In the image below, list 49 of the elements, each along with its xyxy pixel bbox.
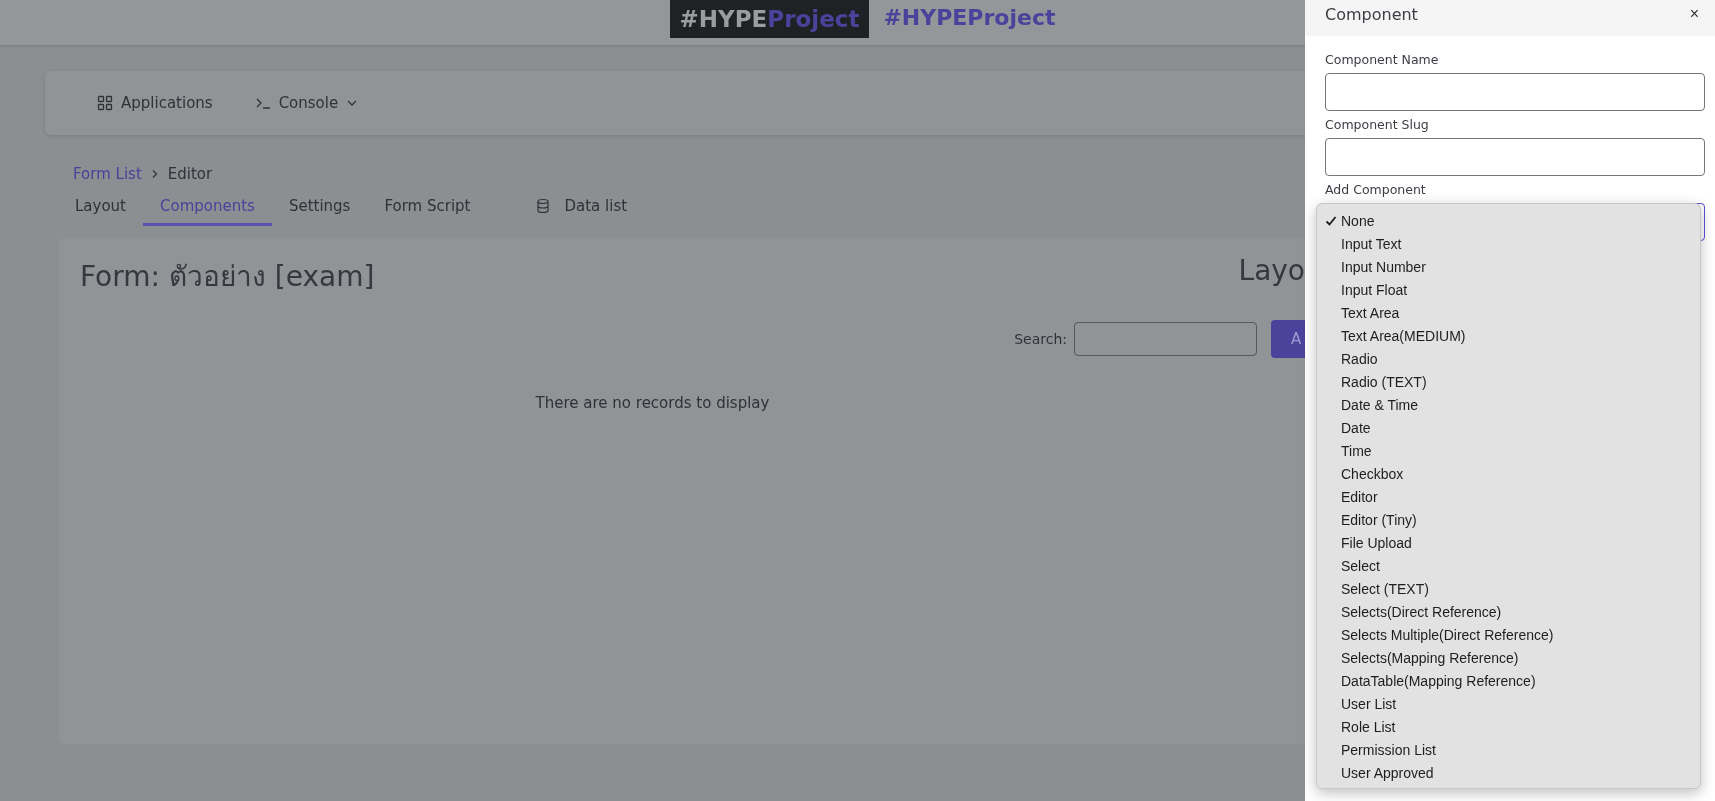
menu-option[interactable]: User Approved [1317,761,1700,784]
menu-option[interactable]: Selects Multiple(Direct Reference) [1317,623,1700,646]
menu-option[interactable]: DataTable(Mapping Reference) [1317,669,1700,692]
close-button[interactable]: × [1683,5,1705,23]
database-icon [534,198,551,214]
menu-option[interactable]: Select (TEXT) [1317,577,1700,600]
empty-message: There are no records to display [535,394,770,412]
menu-option[interactable]: Date & Time [1317,393,1700,416]
menu-option[interactable]: Selects(Mapping Reference) [1317,646,1700,669]
menu-option[interactable]: Text Area(MEDIUM) [1317,324,1700,347]
field-label: Add Component [1325,182,1427,197]
brand-name: #HYPEProject [883,4,1056,32]
menu-option[interactable]: User List [1317,692,1700,715]
menu-option[interactable]: None [1317,209,1700,232]
tab[interactable]: Settings [271,191,368,226]
breadcrumb-item: Editor [167,165,213,183]
menu-option[interactable]: Input Number [1317,255,1700,278]
menu-option[interactable]: Selects(Direct Reference) [1317,600,1700,623]
tab[interactable]: Data list [517,191,645,226]
menu-option[interactable]: Radio (TEXT) [1317,370,1700,393]
form-title: Form: ตัวอย่าง [exam] [80,259,375,295]
tab[interactable]: Layout [58,191,143,226]
field-label: Component Slug [1325,117,1430,132]
logo: #HYPEProject [669,0,870,38]
check-icon [1325,214,1337,227]
menu-option[interactable]: File Upload [1317,531,1700,554]
section-title: Layo [1238,254,1305,289]
panel-title: Component [1325,4,1418,24]
field-label: Component Name [1325,52,1440,67]
menu-option[interactable]: Text Area [1317,301,1700,324]
tab[interactable]: Form Script [367,191,488,226]
nav-item[interactable]: Console [248,90,365,116]
menu-option[interactable]: Date [1317,416,1700,439]
nav-item[interactable]: Applications [91,90,219,116]
menu-option[interactable]: Select [1317,554,1700,577]
input-field[interactable] [1325,138,1705,176]
grid-icon [97,95,113,111]
menu-option[interactable]: Editor [1317,485,1700,508]
search-field[interactable] [1074,322,1257,356]
menu-option[interactable]: Editor (Tiny) [1317,508,1700,531]
menu-option[interactable]: Time [1317,439,1700,462]
menu-option[interactable]: Permission List [1317,738,1700,761]
menu-option[interactable]: Input Float [1317,278,1700,301]
menu-option[interactable]: Input Text [1317,232,1700,255]
menu-option[interactable]: Checkbox [1317,462,1700,485]
search-label: Search: [1014,331,1067,347]
menu-option[interactable]: Radio [1317,347,1700,370]
input-field[interactable] [1325,73,1705,111]
menu-option[interactable]: Role List [1317,715,1700,738]
